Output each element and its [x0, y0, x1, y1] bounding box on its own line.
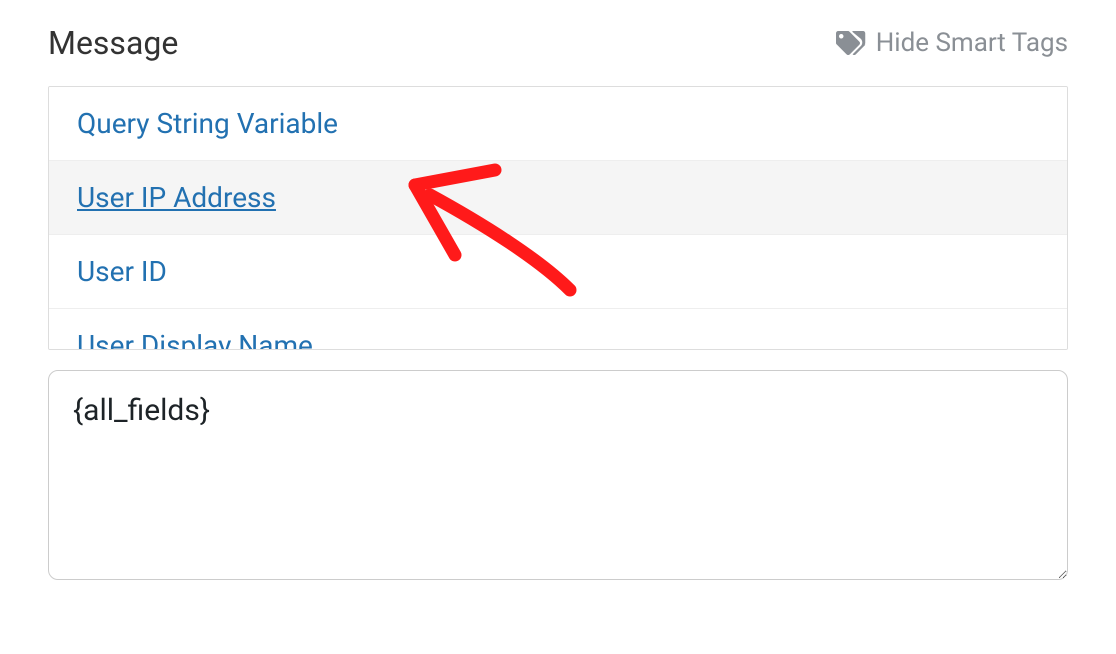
smart-tag-link[interactable]: User IP Address [77, 181, 276, 214]
smart-tag-item-user-ip[interactable]: User IP Address [49, 161, 1067, 235]
message-body-wrap: {all_fields} [48, 370, 1068, 584]
hide-smart-tags-toggle[interactable]: Hide Smart Tags [836, 28, 1068, 58]
smart-tag-link[interactable]: User ID [77, 255, 167, 288]
smart-tag-item-user-id[interactable]: User ID [49, 235, 1067, 309]
hide-smart-tags-label: Hide Smart Tags [876, 28, 1068, 58]
smart-tag-link[interactable]: User Display Name [77, 329, 313, 349]
smart-tags-list: Query String Variable User IP Address Us… [48, 86, 1068, 350]
smart-tag-link[interactable]: Query String Variable [77, 107, 338, 140]
smart-tag-item-partial[interactable]: User Display Name [49, 309, 1067, 349]
section-title: Message [48, 24, 178, 62]
message-textarea[interactable]: {all_fields} [48, 370, 1068, 580]
tags-icon [836, 31, 866, 55]
message-header: Message Hide Smart Tags [48, 24, 1068, 62]
smart-tag-item-query-string[interactable]: Query String Variable [49, 87, 1067, 161]
